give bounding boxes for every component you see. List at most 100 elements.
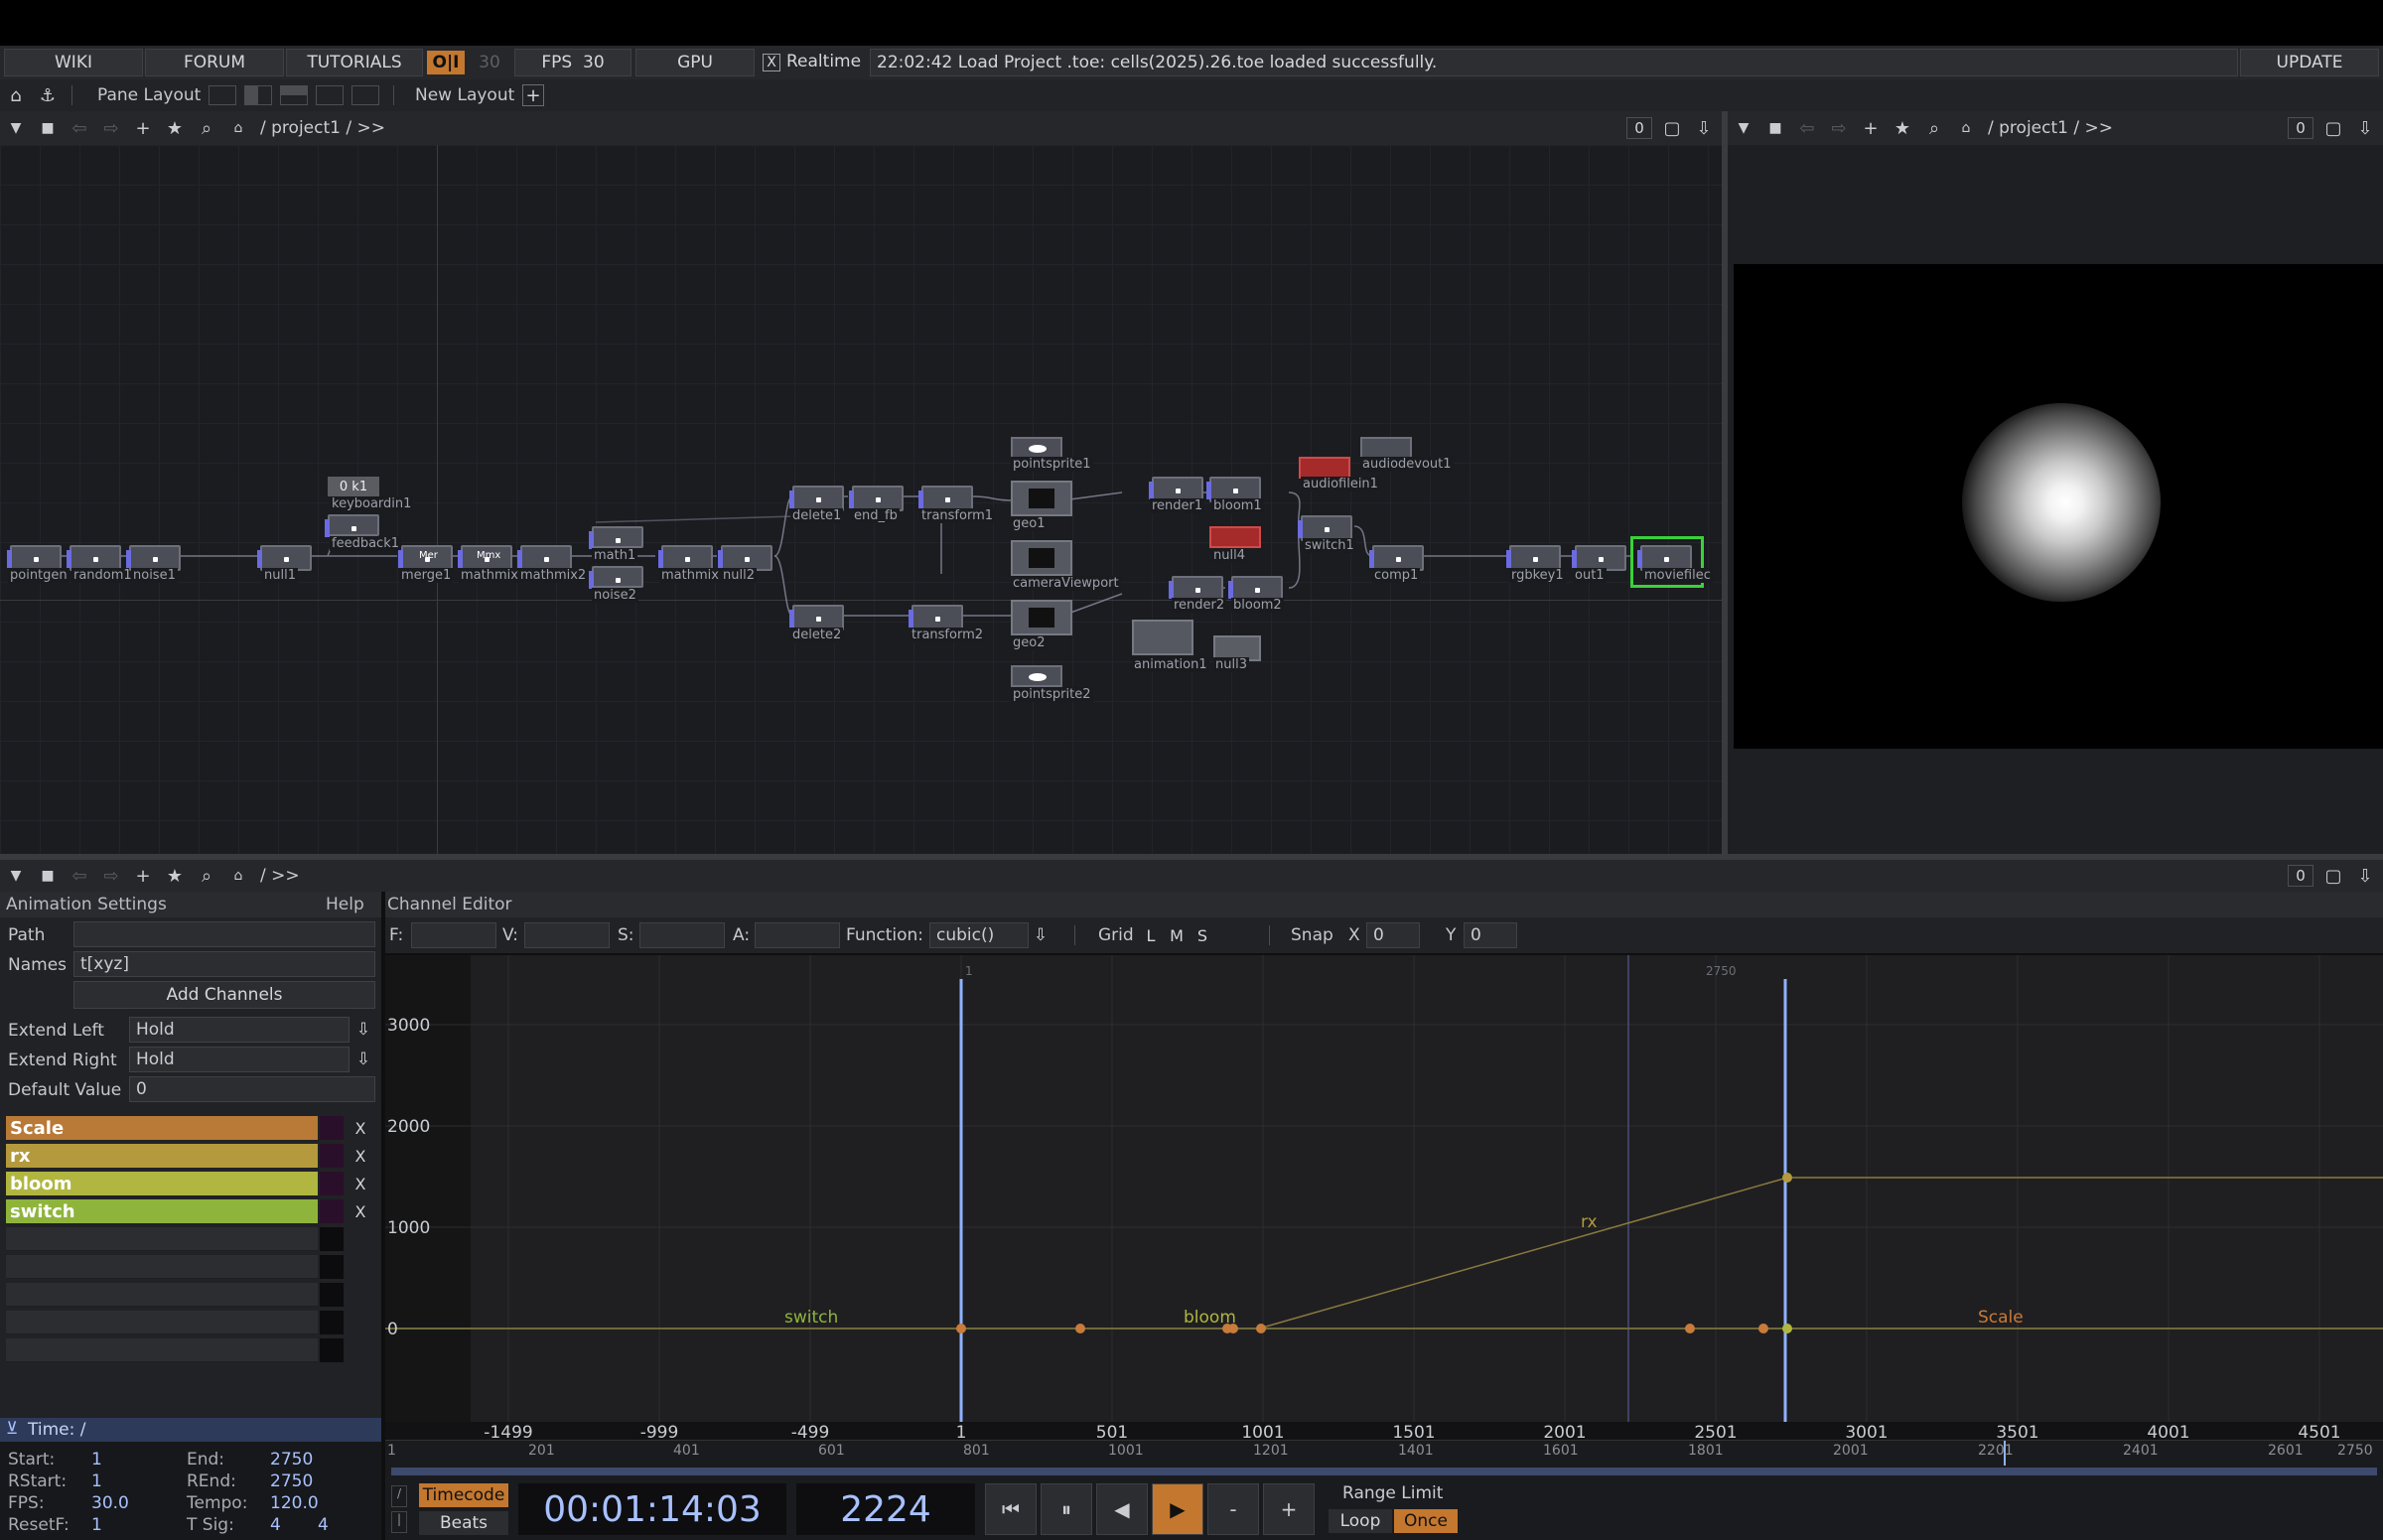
render-viewport[interactable]: [1734, 264, 2383, 749]
node-pointsprite2[interactable]: [1011, 665, 1062, 687]
names-input[interactable]: t[xyz]: [73, 951, 375, 977]
network-editor[interactable]: pointgen random1 noise1 null1 0 k1 keybo…: [0, 145, 1722, 854]
accel-field-input[interactable]: [755, 922, 840, 948]
resetf-value[interactable]: 1: [91, 1515, 102, 1535]
function-dropdown-icon[interactable]: ⇩: [1029, 922, 1052, 948]
timeline-playhead[interactable]: [2004, 1441, 2006, 1467]
viewer-stop-icon[interactable]: ■: [1763, 116, 1787, 140]
back-arrow-icon[interactable]: ⇦: [68, 116, 91, 140]
channel-graph[interactable]: 1 2750 switch bloom rx Scale 3000 2000 1…: [385, 955, 2383, 1440]
gpu-button[interactable]: GPU: [635, 49, 755, 76]
time-toggle-icon[interactable]: ⊻: [6, 1419, 18, 1439]
layout-split-h-icon[interactable]: [280, 85, 308, 105]
wiki-button[interactable]: WIKI: [4, 49, 143, 76]
value-field-input[interactable]: [524, 922, 610, 948]
extend-right-dropdown-icon[interactable]: ⇩: [351, 1047, 375, 1072]
beats-mode-button[interactable]: Beats: [419, 1511, 508, 1535]
channel-scale-color[interactable]: [320, 1116, 344, 1140]
grid-l-button[interactable]: L: [1140, 923, 1162, 947]
node-feedback1[interactable]: [325, 514, 379, 537]
step-back-button[interactable]: -: [1207, 1483, 1259, 1535]
snap-y-input[interactable]: 0: [1464, 922, 1517, 948]
layout-single-icon[interactable]: [209, 85, 236, 105]
curve-rx[interactable]: [1258, 1177, 2383, 1330]
slope-field-input[interactable]: [639, 922, 725, 948]
play-forward-icon[interactable]: ▶: [1152, 1483, 1203, 1535]
node-noise2[interactable]: [589, 566, 643, 589]
pause-icon[interactable]: ⏸: [1041, 1483, 1092, 1535]
viewer-forward-arrow-icon[interactable]: ⇨: [1827, 116, 1851, 140]
fps-indicator[interactable]: FPS 30: [514, 49, 631, 76]
timecode-display[interactable]: 00:01:14:03: [518, 1483, 786, 1535]
node-audiodevout1[interactable]: [1360, 437, 1412, 459]
channel-switch[interactable]: switch: [6, 1199, 318, 1223]
channel-empty-row[interactable]: [6, 1311, 318, 1334]
timeline-range-bar[interactable]: [385, 1466, 2383, 1477]
bottom-back-arrow-icon[interactable]: ⇦: [68, 864, 91, 888]
extend-right-select[interactable]: Hold: [129, 1047, 350, 1072]
viewer-search-icon[interactable]: ⌕: [1922, 116, 1946, 140]
keyframes[interactable]: [956, 1173, 1792, 1333]
channel-empty-row[interactable]: [6, 1283, 318, 1307]
channel-scale[interactable]: Scale: [6, 1116, 318, 1140]
grid-m-button[interactable]: M: [1166, 923, 1188, 947]
play-reverse-icon[interactable]: ◀: [1096, 1483, 1148, 1535]
timecode-mode-slash-icon[interactable]: /: [391, 1485, 407, 1507]
layout-quad-icon[interactable]: [351, 85, 379, 105]
frame-field-input[interactable]: [411, 922, 496, 948]
function-select[interactable]: cubic(): [929, 922, 1029, 948]
step-forward-button[interactable]: +: [1263, 1483, 1315, 1535]
snap-x-input[interactable]: 0: [1366, 922, 1420, 948]
layout-home-icon[interactable]: ⌂: [4, 83, 28, 107]
frame-display[interactable]: 2224: [796, 1483, 975, 1535]
channel-rx[interactable]: rx: [6, 1144, 318, 1168]
viewer-download-icon[interactable]: ⇩: [2353, 116, 2377, 140]
rstart-value[interactable]: 1: [91, 1471, 102, 1491]
channel-bloom-color[interactable]: [320, 1172, 344, 1195]
bookmark-star-icon[interactable]: ★: [163, 116, 187, 140]
viewer-maximize-icon[interactable]: ▢: [2321, 116, 2345, 140]
channel-scale-remove[interactable]: X: [350, 1116, 371, 1140]
viewer-menu-chevron-icon[interactable]: ▼: [1732, 116, 1755, 140]
channel-empty-row[interactable]: [6, 1227, 318, 1251]
channel-switch-color[interactable]: [320, 1199, 344, 1223]
channel-rx-color[interactable]: [320, 1144, 344, 1168]
bottom-star-icon[interactable]: ★: [163, 864, 187, 888]
loop-button[interactable]: Loop: [1329, 1509, 1392, 1533]
forum-button[interactable]: FORUM: [145, 49, 284, 76]
node-keyboardin1[interactable]: 0 k1: [328, 477, 379, 496]
bottom-menu-chevron-icon[interactable]: ▼: [4, 864, 28, 888]
pane-download-icon[interactable]: ⇩: [1692, 116, 1716, 140]
node-pointsprite1[interactable]: [1011, 437, 1062, 459]
update-button[interactable]: UPDATE: [2240, 49, 2379, 76]
realtime-checkbox[interactable]: X: [763, 54, 780, 71]
node-cameraviewport[interactable]: [1011, 540, 1072, 576]
layout-anchor-icon[interactable]: ⚓: [36, 83, 60, 107]
viewer-back-arrow-icon[interactable]: ⇦: [1795, 116, 1819, 140]
node-geo1[interactable]: [1011, 481, 1072, 516]
search-icon[interactable]: ⌕: [195, 116, 218, 140]
bottom-stop-icon[interactable]: ■: [36, 864, 60, 888]
node-geo2[interactable]: [1011, 600, 1072, 635]
rend-value[interactable]: 2750: [270, 1471, 313, 1491]
extend-left-dropdown-icon[interactable]: ⇩: [351, 1017, 375, 1043]
pane-stop-icon[interactable]: ■: [36, 116, 60, 140]
channel-switch-remove[interactable]: X: [350, 1199, 371, 1223]
timeline-ruler[interactable]: 1 201 401 601 801 1001 1201 1401 1601 18…: [385, 1440, 2383, 1467]
end-value[interactable]: 2750: [270, 1450, 313, 1470]
rewind-to-start-icon[interactable]: ⏮: [985, 1483, 1037, 1535]
bottom-search-icon[interactable]: ⌕: [195, 864, 218, 888]
node-null4[interactable]: [1209, 526, 1261, 548]
bottom-add-icon[interactable]: +: [131, 864, 155, 888]
timecode-mode-button[interactable]: Timecode: [419, 1483, 508, 1507]
layout-split-v-icon[interactable]: [244, 85, 272, 105]
node-animation1[interactable]: [1132, 620, 1193, 655]
beats-mode-bar-icon[interactable]: |: [391, 1511, 407, 1533]
once-button[interactable]: Once: [1394, 1509, 1458, 1533]
bottom-maximize-icon[interactable]: ▢: [2321, 864, 2345, 888]
channel-rx-remove[interactable]: X: [350, 1144, 371, 1168]
viewer-add-icon[interactable]: +: [1859, 116, 1883, 140]
channel-bloom[interactable]: bloom: [6, 1172, 318, 1195]
channel-bloom-remove[interactable]: X: [350, 1172, 371, 1195]
viewer-path[interactable]: / project1 / >>: [1988, 118, 2113, 138]
